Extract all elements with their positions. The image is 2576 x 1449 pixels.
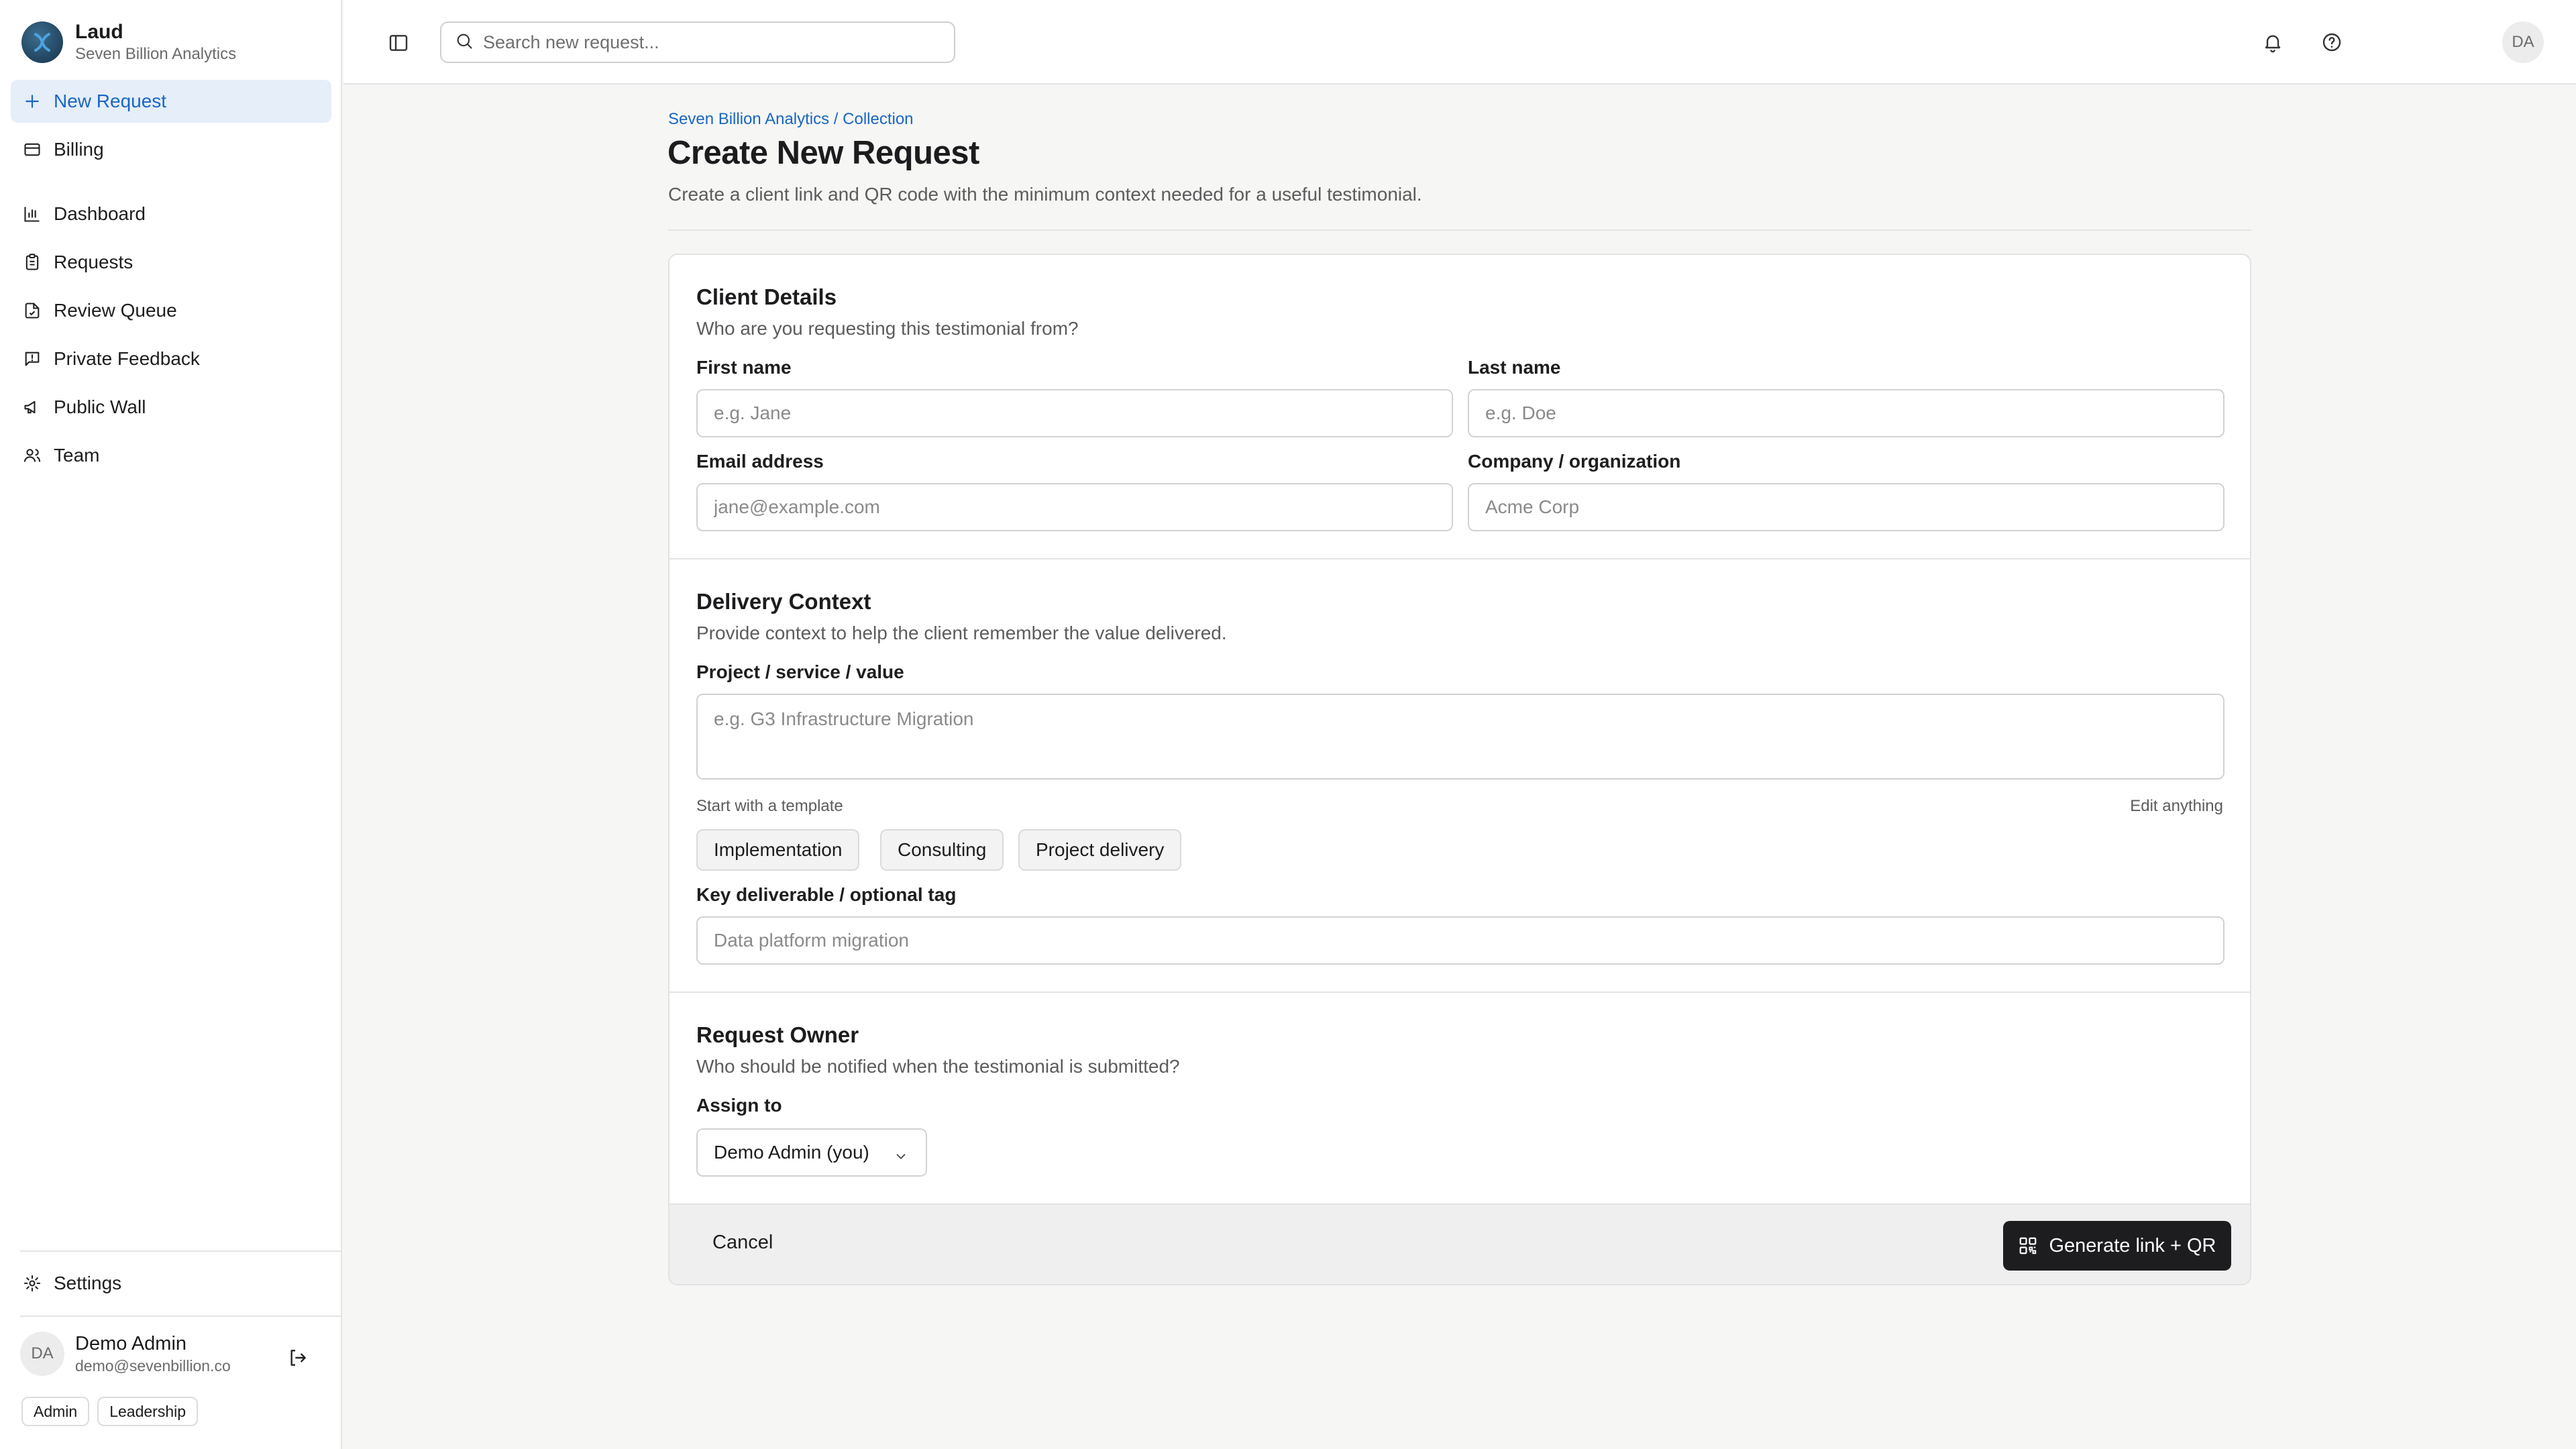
qr-code-icon xyxy=(2018,1236,2038,1256)
sidebar-item-label: Requests xyxy=(54,252,133,272)
sidebar-item-new-request[interactable]: New Request xyxy=(11,80,331,123)
sidebar-item-requests[interactable]: Requests xyxy=(11,241,331,284)
users-icon xyxy=(21,445,43,466)
brand[interactable]: Laud Seven Billion Analytics xyxy=(21,20,236,64)
template-hint: Start with a template xyxy=(696,797,843,815)
sidebar-item-private-feedback[interactable]: Private Feedback xyxy=(11,337,331,380)
assign-to-value: Demo Admin (you) xyxy=(714,1142,869,1163)
template-chip-consulting[interactable]: Consulting xyxy=(880,829,1004,871)
sidebar-item-team[interactable]: Team xyxy=(11,434,331,477)
sidebar-item-label: Private Feedback xyxy=(54,348,200,369)
assign-to-label: Assign to xyxy=(696,1095,782,1116)
brand-org: Seven Billion Analytics xyxy=(75,45,237,63)
last-name-label: Last name xyxy=(1468,357,1561,378)
sidebar-item-dashboard[interactable]: Dashboard xyxy=(11,193,331,235)
deliverable-field[interactable] xyxy=(696,916,2224,965)
cancel-button[interactable]: Cancel xyxy=(712,1232,773,1254)
sidebar-toggle-icon[interactable] xyxy=(385,30,412,56)
email-label: Email address xyxy=(696,451,824,472)
section-subtitle-request-owner: Who should be notified when the testimon… xyxy=(696,1056,1180,1077)
sidebar-item-review-queue[interactable]: Review Queue xyxy=(11,289,331,332)
form-footer: Cancel Generate link + QR xyxy=(669,1203,2250,1284)
section-title-delivery-context: Delivery Context xyxy=(696,589,871,614)
avatar[interactable]: DA xyxy=(2502,21,2544,63)
sidebar-item-label: Public Wall xyxy=(54,396,146,417)
deliverable-label: Key deliverable / optional tag xyxy=(696,884,957,905)
sidebar-item-label: Review Queue xyxy=(54,300,177,321)
credit-card-icon xyxy=(21,139,43,160)
user-name: Demo Admin xyxy=(75,1333,187,1354)
sidebar-item-label: Team xyxy=(54,445,100,466)
section-subtitle-client-details: Who are you requesting this testimonial … xyxy=(696,318,1079,339)
heading-divider xyxy=(668,229,2251,231)
first-name-label: First name xyxy=(696,357,792,378)
role-tag-admin: Admin xyxy=(21,1397,90,1426)
brand-name: Laud xyxy=(75,21,123,43)
section-divider xyxy=(669,991,2250,993)
plus-icon xyxy=(21,91,43,112)
first-name-field[interactable] xyxy=(696,389,1453,437)
project-textarea[interactable] xyxy=(696,694,2224,780)
file-check-icon xyxy=(21,300,43,321)
company-label: Company / organization xyxy=(1468,451,1681,472)
request-form-card: Client Details Who are you requesting th… xyxy=(668,254,2251,1285)
bar-chart-icon xyxy=(21,203,43,225)
avatar: DA xyxy=(20,1332,64,1376)
sidebar-item-settings[interactable]: Settings xyxy=(11,1262,331,1305)
template-chip-project-delivery[interactable]: Project delivery xyxy=(1018,829,1182,871)
help-icon[interactable] xyxy=(2318,29,2345,56)
sidebar-item-label: Dashboard xyxy=(54,203,146,224)
template-chip-implementation[interactable]: Implementation xyxy=(696,829,860,871)
sidebar-item-billing[interactable]: Billing xyxy=(11,128,331,171)
assign-to-select[interactable]: Demo Admin (you) xyxy=(696,1128,927,1177)
bell-icon[interactable] xyxy=(2259,29,2286,56)
search-input[interactable] xyxy=(483,32,926,53)
sidebar-divider xyxy=(20,1250,342,1252)
page-subtitle: Create a client link and QR code with th… xyxy=(668,184,1422,205)
edit-hint: Edit anything xyxy=(2130,797,2223,815)
section-title-request-owner: Request Owner xyxy=(696,1022,859,1047)
generate-button-label: Generate link + QR xyxy=(2049,1234,2216,1256)
section-subtitle-delivery-context: Provide context to help the client remem… xyxy=(696,623,1227,643)
user-role-tags: Admin Leadership xyxy=(21,1397,199,1426)
search-box[interactable] xyxy=(440,21,955,63)
chevron-down-icon xyxy=(894,1147,908,1169)
sidebar: Laud Seven Billion Analytics New Request… xyxy=(0,0,342,1449)
breadcrumb[interactable]: Seven Billion Analytics / Collection xyxy=(668,110,914,129)
clipboard-icon xyxy=(21,252,43,273)
email-field[interactable] xyxy=(696,483,1453,531)
sidebar-item-label: New Request xyxy=(54,91,167,111)
topbar: DA xyxy=(343,0,2576,85)
sidebar-divider xyxy=(20,1316,342,1317)
role-tag-leadership: Leadership xyxy=(97,1397,199,1426)
sidebar-item-label: Billing xyxy=(54,139,104,160)
section-divider xyxy=(669,558,2250,559)
last-name-field[interactable] xyxy=(1468,389,2224,437)
sidebar-item-public-wall[interactable]: Public Wall xyxy=(11,386,331,429)
gear-icon xyxy=(21,1273,43,1294)
brand-logo-icon xyxy=(21,21,63,63)
generate-link-qr-button[interactable]: Generate link + QR xyxy=(2003,1221,2231,1271)
section-title-client-details: Client Details xyxy=(696,284,837,309)
project-label: Project / service / value xyxy=(696,661,904,682)
search-icon xyxy=(455,32,474,54)
sidebar-item-label: Settings xyxy=(54,1273,122,1293)
megaphone-icon xyxy=(21,396,43,418)
company-field[interactable] xyxy=(1468,483,2224,531)
logout-icon[interactable] xyxy=(284,1344,311,1371)
message-alert-icon xyxy=(21,348,43,370)
user-profile[interactable]: DA Demo Admin demo@sevenbillion.co xyxy=(20,1332,231,1376)
page-title: Create New Request xyxy=(667,135,979,171)
user-email: demo@sevenbillion.co xyxy=(75,1357,231,1375)
